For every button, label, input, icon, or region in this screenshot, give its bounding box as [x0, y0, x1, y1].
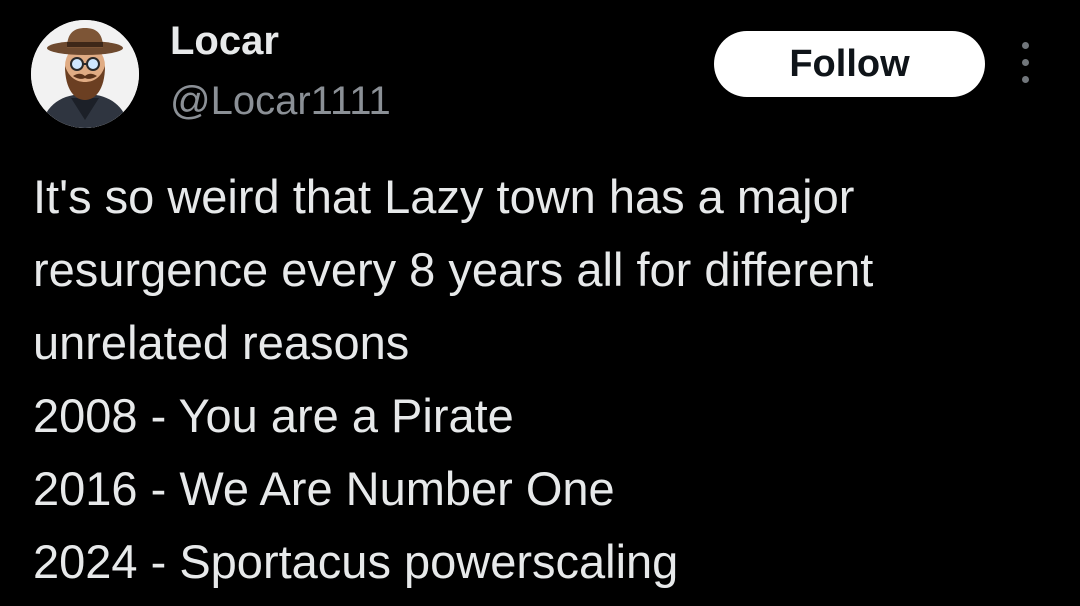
- tweet-card: Locar @Locar1111 Follow It's so weird th…: [0, 0, 1080, 606]
- more-vertical-icon[interactable]: [1010, 38, 1040, 88]
- avatar-image: [31, 20, 139, 128]
- tweet-text: It's so weird that Lazy town has a major…: [33, 160, 1063, 598]
- tweet-text-line: 2008 - You are a Pirate: [33, 389, 514, 442]
- tweet-text-line: 2016 - We Are Number One: [33, 462, 615, 515]
- tweet-text-line: It's so weird that Lazy town has a major: [33, 170, 855, 223]
- tweet-text-line: unrelated reasons: [33, 316, 410, 369]
- author-handle[interactable]: @Locar1111: [170, 75, 391, 127]
- follow-button[interactable]: Follow: [714, 31, 985, 97]
- tweet-text-line: 2024 - Sportacus powerscaling: [33, 535, 679, 588]
- author-display-name[interactable]: Locar: [170, 15, 279, 67]
- avatar[interactable]: [31, 20, 139, 128]
- tweet-text-line: resurgence every 8 years all for differe…: [33, 243, 874, 296]
